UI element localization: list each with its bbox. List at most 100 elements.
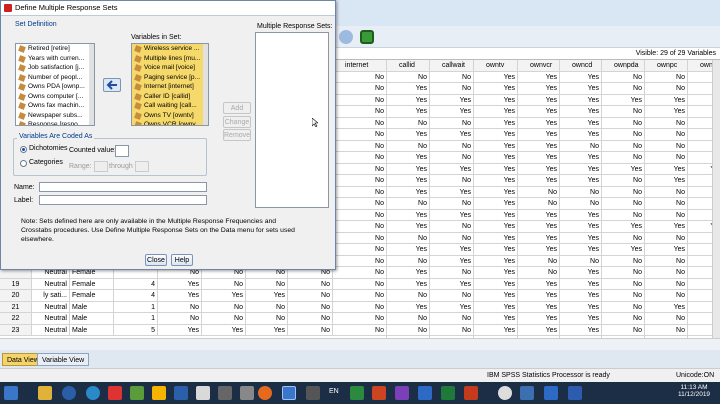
set-list-scrollbar[interactable]: [203, 44, 208, 125]
grid-cell[interactable]: Yes: [387, 186, 430, 198]
grid-cell[interactable]: Yes: [474, 186, 518, 198]
variable-list-item[interactable]: Retired [retire]: [16, 44, 94, 54]
variable-list-item[interactable]: Response [respo...: [16, 120, 94, 125]
variable-list-item[interactable]: Multiple lines [mu...: [132, 53, 208, 63]
grid-cell[interactable]: Male: [70, 313, 114, 325]
grid-cell[interactable]: No: [602, 290, 645, 302]
grid-cell[interactable]: 4: [114, 278, 158, 290]
grid-cell[interactable]: No: [333, 129, 387, 141]
grid-cell[interactable]: No: [602, 198, 645, 210]
grid-cell[interactable]: Neutral: [32, 301, 70, 313]
variable-list-item[interactable]: Internet [internet]: [132, 82, 208, 92]
grid-cell[interactable]: Yes: [430, 163, 474, 175]
change-button[interactable]: Change: [223, 116, 251, 128]
grid-cell[interactable]: Yes: [518, 313, 560, 325]
grid-cell[interactable]: [688, 187, 712, 198]
grid-cell[interactable]: Yes: [560, 278, 602, 290]
grid-cell[interactable]: No: [645, 313, 688, 325]
grid-cell[interactable]: No: [645, 255, 688, 267]
grid-cell[interactable]: Yes: [474, 267, 518, 279]
grid-cell[interactable]: Yes: [560, 267, 602, 279]
grid-cell[interactable]: Yes: [602, 221, 645, 233]
grid-cell[interactable]: 4: [114, 290, 158, 302]
column-header[interactable]: ownpc: [645, 60, 688, 72]
column-header[interactable]: callid: [387, 60, 430, 72]
settings-icon[interactable]: [544, 386, 558, 400]
grid-cell[interactable]: Yes: [387, 267, 430, 279]
grid-cell[interactable]: No: [602, 278, 645, 290]
grid-cell[interactable]: No: [602, 71, 645, 83]
grid-cell[interactable]: No: [602, 175, 645, 187]
grid-cell[interactable]: No: [430, 221, 474, 233]
powerpoint-icon[interactable]: [464, 386, 478, 400]
grid-cell[interactable]: [688, 129, 712, 141]
grid-cell[interactable]: 1: [114, 301, 158, 313]
grid-cell[interactable]: No: [387, 324, 430, 336]
categories-radio[interactable]: [20, 160, 27, 167]
grid-cell[interactable]: Yes: [645, 221, 688, 233]
grid-cell[interactable]: Yes: [474, 117, 518, 129]
grid-cell[interactable]: Neutral: [32, 324, 70, 336]
grid-cell[interactable]: Yes: [474, 301, 518, 313]
close-button[interactable]: Close: [145, 254, 167, 266]
grid-cell[interactable]: No: [560, 198, 602, 210]
grid-cell[interactable]: No: [387, 313, 430, 325]
variable-list-item[interactable]: Owns VCR [ownv...: [132, 120, 208, 125]
grid-cell[interactable]: No: [430, 175, 474, 187]
app-icon-10[interactable]: [498, 386, 512, 400]
grid-cell[interactable]: Yes: [560, 94, 602, 106]
grid-cell[interactable]: Yes: [474, 163, 518, 175]
grid-cell[interactable]: Yes: [474, 71, 518, 83]
move-right-button[interactable]: [103, 78, 121, 92]
grid-cell[interactable]: Yes: [474, 255, 518, 267]
r-icon[interactable]: [86, 386, 100, 400]
grid-cell[interactable]: Yes: [560, 324, 602, 336]
row-number[interactable]: 23: [0, 324, 32, 336]
grid-cell[interactable]: No: [602, 301, 645, 313]
grid-cell[interactable]: No: [288, 278, 333, 290]
grid-cell[interactable]: No: [645, 186, 688, 198]
grid-cell[interactable]: Yes: [560, 129, 602, 141]
grid-cell[interactable]: Yes: [602, 163, 645, 175]
grid-cell[interactable]: [688, 118, 712, 129]
app-icon-6[interactable]: [306, 386, 320, 400]
variables-in-set-list[interactable]: Wireless service ... Multiple lines [mu..…: [131, 43, 209, 126]
grid-cell[interactable]: Yes: [518, 301, 560, 313]
label-input[interactable]: [39, 195, 207, 205]
grid-cell[interactable]: No: [288, 301, 333, 313]
variable-list-item[interactable]: Number of peopl...: [16, 73, 94, 83]
grid-cell[interactable]: No: [560, 186, 602, 198]
grid-cell[interactable]: No: [430, 117, 474, 129]
grid-cell[interactable]: Yes: [560, 175, 602, 187]
grid-cell[interactable]: [688, 279, 712, 290]
grid-cell[interactable]: Yes: [518, 221, 560, 233]
grid-cell[interactable]: Yes: [645, 244, 688, 256]
grid-cell[interactable]: Yes: [430, 301, 474, 313]
grid-cell[interactable]: No: [333, 106, 387, 118]
grid-cell[interactable]: Yes: [202, 324, 246, 336]
grid-cell[interactable]: Yes: [560, 313, 602, 325]
grid-cell[interactable]: No: [645, 117, 688, 129]
edge-icon[interactable]: [174, 386, 188, 400]
row-number[interactable]: 20: [0, 290, 32, 302]
grid-cell[interactable]: No: [333, 267, 387, 279]
grid-cell[interactable]: Yes: [518, 324, 560, 336]
variable-list-item[interactable]: Years with curren...: [16, 54, 94, 64]
source-variable-list[interactable]: Retired [retire] Years with curren... Job …: [15, 43, 95, 126]
variable-list-item[interactable]: Newspaper subs...: [16, 111, 94, 121]
run-icon[interactable]: [360, 30, 374, 44]
vertical-scrollbar[interactable]: [712, 60, 720, 338]
grid-cell[interactable]: Yes: [474, 232, 518, 244]
grid-cell[interactable]: No: [518, 186, 560, 198]
grid-cell[interactable]: [688, 244, 712, 256]
variable-list-item[interactable]: Call waiting [call...: [132, 101, 208, 111]
grid-cell[interactable]: Yes: [560, 301, 602, 313]
grid-cell[interactable]: No: [518, 255, 560, 267]
grid-cell[interactable]: No: [202, 313, 246, 325]
start-icon[interactable]: [4, 386, 18, 400]
grid-cell[interactable]: [688, 141, 712, 152]
grid-cell[interactable]: Yes: [518, 232, 560, 244]
variable-list-item[interactable]: Caller ID [callid]: [132, 91, 208, 101]
grid-cell[interactable]: No: [602, 83, 645, 95]
grid-cell[interactable]: No: [518, 267, 560, 279]
